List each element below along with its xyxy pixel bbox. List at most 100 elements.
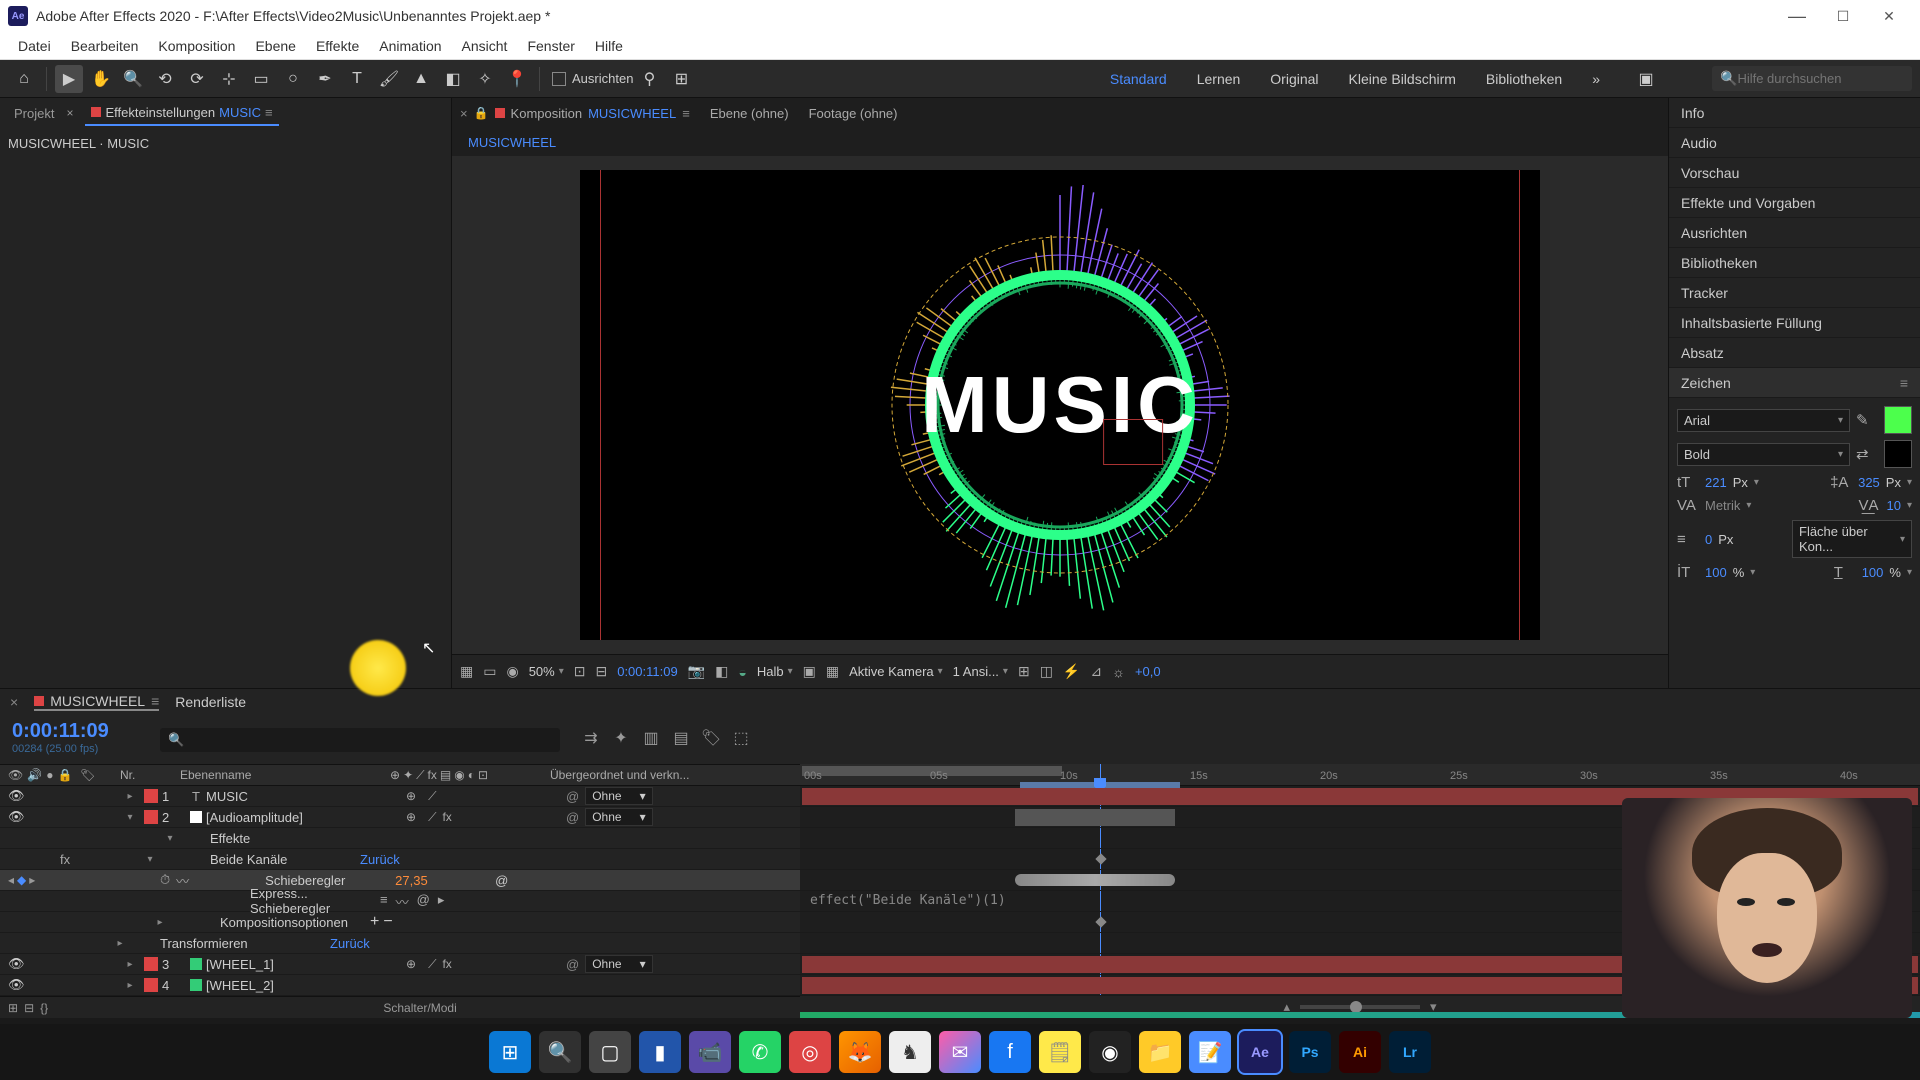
col-shy-icon[interactable]: 🏷	[80, 768, 120, 782]
vscale-value[interactable]: 100	[1862, 565, 1884, 580]
expr-lang-icon[interactable]: ▸	[438, 892, 445, 911]
views-dropdown[interactable]: 1 Ansi...▾	[953, 664, 1008, 679]
stopwatch-icon[interactable]: ⏱	[160, 872, 170, 888]
font-size-value[interactable]: 221	[1705, 475, 1727, 490]
layer-color-icon[interactable]	[144, 789, 158, 803]
keyframe-icon[interactable]	[1095, 916, 1106, 927]
snap-checkbox[interactable]	[552, 72, 566, 86]
fx-toggle-icon[interactable]: fx	[60, 852, 80, 867]
prop-expression[interactable]: Express... Schieberegler ≡ 〰 @ ▸	[0, 891, 800, 912]
alpha-icon[interactable]: ▦	[460, 663, 473, 680]
stroke-color-swatch[interactable]	[1884, 440, 1912, 468]
layer-row-wheel2[interactable]: 👁 ▸ 4 [WHEEL_2]	[0, 975, 800, 996]
stroke-mode-dropdown[interactable]: Fläche über Kon...▾	[1792, 520, 1912, 558]
layer-name[interactable]: [Audioamplitude]	[206, 810, 406, 825]
visible-toggle[interactable]: 👁	[8, 977, 25, 993]
remove-icon[interactable]: −	[383, 913, 392, 931]
roi-icon[interactable]: ▣	[803, 663, 816, 680]
keyframe-icon[interactable]	[1095, 853, 1106, 864]
layer-row-wheel1[interactable]: 👁 ▸ 3 [WHEEL_1] ⊕⟋fx @Ohne▾	[0, 954, 800, 975]
channel-icon[interactable]: ▭	[483, 663, 496, 680]
pickwhip-icon[interactable]: @	[566, 789, 579, 804]
eraser-tool-icon[interactable]: ◧	[439, 65, 467, 93]
tl-footer-toggle1-icon[interactable]: ⊞	[8, 1001, 18, 1015]
taskbar-firefox-icon[interactable]: 🦊	[839, 1031, 881, 1073]
prop-kompopt[interactable]: ▸ Kompositionsoptionen +−	[0, 912, 800, 933]
tl-tab-menu-icon[interactable]: ≡	[151, 693, 159, 709]
zoom-tool-icon[interactable]: 🔍	[119, 65, 147, 93]
tl-tab-close-icon[interactable]: ×	[10, 694, 18, 710]
prop-effekte[interactable]: ▾ Effekte	[0, 828, 800, 849]
help-search[interactable]: 🔍	[1712, 66, 1912, 91]
col-visible-icon[interactable]: 👁	[8, 768, 23, 782]
kf-next-icon[interactable]: ▸	[29, 873, 35, 887]
taskbar-whatsapp-icon[interactable]: ✆	[739, 1031, 781, 1073]
text-tool-icon[interactable]: T	[343, 65, 371, 93]
tab-projekt[interactable]: Projekt	[8, 102, 60, 125]
taskbar-notepad-icon[interactable]: 📝	[1189, 1031, 1231, 1073]
panel-zeichen[interactable]: Zeichen≡	[1669, 368, 1920, 398]
time-ruler[interactable]: 00s 05s 10s 15s 20s 25s 30s 35s 40s	[800, 764, 1920, 786]
reset-link[interactable]: Zurück	[330, 936, 370, 951]
tl-frame-blend-icon[interactable]: ▥	[640, 728, 662, 748]
parent-dropdown[interactable]: Ohne▾	[585, 808, 652, 826]
selection-tool-icon[interactable]: ▶	[55, 65, 83, 93]
taskbar-notes-icon[interactable]: 🗒	[1039, 1031, 1081, 1073]
prop-transform[interactable]: ▸ Transformieren Zurück	[0, 933, 800, 954]
leading-value[interactable]: 325	[1858, 475, 1880, 490]
fill-color-swatch[interactable]	[1884, 406, 1912, 434]
twirl-icon[interactable]: ▸	[120, 980, 140, 991]
taskbar-app-4[interactable]: ♞	[889, 1031, 931, 1073]
panel-menu-icon[interactable]: ≡	[265, 105, 273, 120]
menu-animation[interactable]: Animation	[369, 34, 451, 58]
twirl-icon[interactable]: ▸	[120, 791, 140, 802]
lock-icon[interactable]: 🔒	[474, 106, 489, 120]
kerning-value[interactable]: Metrik	[1705, 498, 1740, 513]
taskbar-messenger-icon[interactable]: ✉	[939, 1031, 981, 1073]
panel-tracker[interactable]: Tracker	[1669, 278, 1920, 308]
maximize-button[interactable]: ☐	[1820, 0, 1866, 32]
taskbar-search-icon[interactable]: 🔍	[539, 1031, 581, 1073]
expr-pickwhip-icon[interactable]: @	[417, 892, 430, 911]
layer-color-icon[interactable]	[144, 978, 158, 992]
snap-options-icon[interactable]: ⚲	[635, 65, 663, 93]
kf-toggle-icon[interactable]: ◆	[17, 873, 26, 887]
tab-ebene[interactable]: Ebene (ohne)	[710, 106, 789, 121]
twirl-icon[interactable]: ▸	[120, 959, 140, 970]
expr-enable-icon[interactable]: ≡	[380, 892, 388, 911]
taskbar-taskview-icon[interactable]: ▢	[589, 1031, 631, 1073]
zoom-dropdown[interactable]: 50%▾	[529, 664, 564, 679]
stamp-tool-icon[interactable]: ▲	[407, 65, 435, 93]
pixel-aspect-icon[interactable]: ◫	[1040, 663, 1053, 680]
menu-effekte[interactable]: Effekte	[306, 34, 369, 58]
parent-dropdown[interactable]: Ohne▾	[585, 955, 652, 973]
taskbar-lr-icon[interactable]: Lr	[1389, 1031, 1431, 1073]
workspace-bibliotheken[interactable]: Bibliotheken	[1486, 71, 1562, 87]
res-full-icon[interactable]: ⊡	[574, 663, 586, 680]
tl-motion-blur-icon[interactable]: ▤	[670, 728, 692, 748]
taskbar-ai-icon[interactable]: Ai	[1339, 1031, 1381, 1073]
fast-preview-icon[interactable]: ⚡	[1063, 663, 1080, 680]
panel-content-fill[interactable]: Inhaltsbasierte Füllung	[1669, 308, 1920, 338]
layer-color-icon[interactable]	[144, 957, 158, 971]
stroke-value[interactable]: 0	[1705, 532, 1712, 547]
res-half-icon[interactable]: ⊟	[595, 663, 607, 680]
expression-text[interactable]: effect("Beide Kanäle")(1)	[810, 893, 1006, 908]
twirl-icon[interactable]: ▸	[150, 917, 170, 928]
menu-ansicht[interactable]: Ansicht	[452, 34, 518, 58]
workspace-kleine[interactable]: Kleine Bildschirm	[1349, 71, 1456, 87]
tab-effekteinstellungen[interactable]: Effekteinstellungen MUSIC ≡	[85, 101, 278, 126]
timeline-search[interactable]: 🔍	[160, 728, 560, 752]
workspace-overflow-icon[interactable]: »	[1592, 71, 1600, 87]
tl-tab-comp[interactable]: MUSICWHEEL ≡	[34, 693, 159, 711]
snap-grid-icon[interactable]: ⊞	[667, 65, 695, 93]
eyedropper-icon[interactable]: ✎	[1856, 411, 1878, 429]
add-icon[interactable]: +	[370, 913, 379, 931]
pickwhip-icon[interactable]: @	[566, 957, 579, 972]
panel-vorschau[interactable]: Vorschau	[1669, 158, 1920, 188]
tracking-value[interactable]: 10	[1887, 498, 1901, 513]
expr-graph-icon[interactable]: 〰	[396, 892, 409, 911]
taskbar-ps-icon[interactable]: Ps	[1289, 1031, 1331, 1073]
rotate-tool-icon[interactable]: ⟳	[183, 65, 211, 93]
workspace-original[interactable]: Original	[1270, 71, 1318, 87]
